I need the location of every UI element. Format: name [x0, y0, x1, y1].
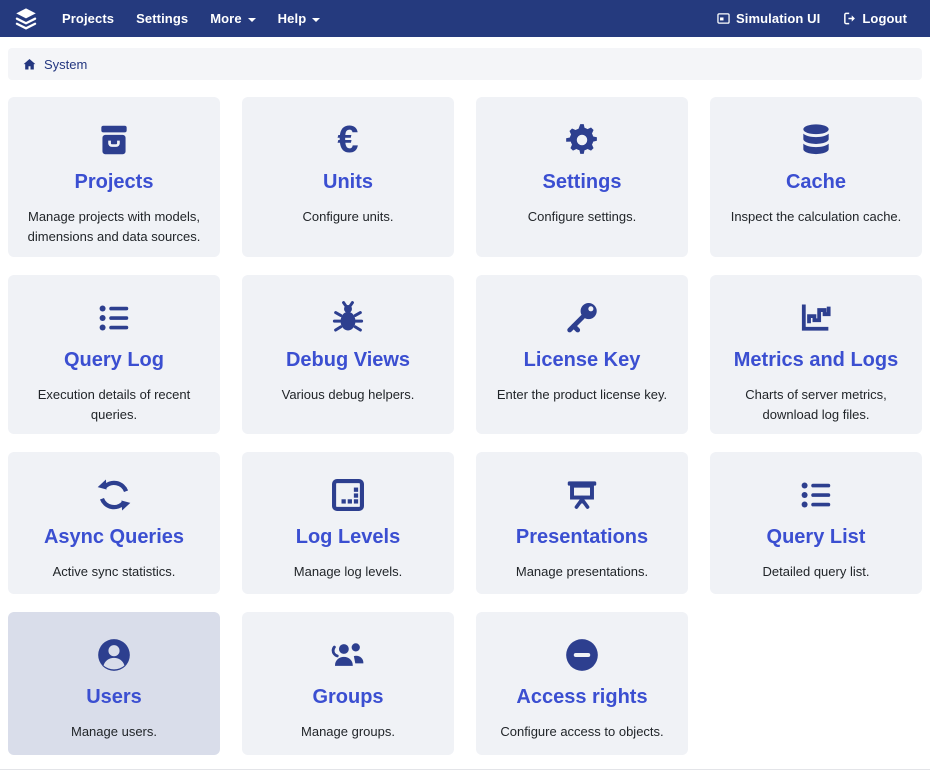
sync-icon [8, 472, 220, 518]
breadcrumb-label: System [44, 57, 87, 72]
window-icon [716, 11, 731, 26]
card-title-projects: Projects [8, 170, 220, 194]
archive-icon [8, 117, 220, 163]
card-access-rights[interactable]: Access rights Configure access to objects… [476, 612, 688, 755]
card-title-presentations: Presentations [476, 525, 688, 549]
card-title-users: Users [8, 685, 220, 709]
nav-item-logout[interactable]: Logout [833, 0, 916, 37]
nav-item-label: Settings [136, 11, 188, 26]
nav-item-label: Simulation UI [736, 11, 820, 26]
card-title-debug-views: Debug Views [242, 348, 454, 372]
card-description-async-queries: Active sync statistics. [21, 562, 207, 582]
database-icon [710, 117, 922, 163]
navbar-right: Simulation UI Logout [707, 0, 916, 37]
card-description-projects: Manage projects with models, dimensions … [21, 207, 207, 247]
card-title-async-queries: Async Queries [8, 525, 220, 549]
system-card-grid: Projects Manage projects with models, dim… [8, 97, 922, 755]
navbar-menu: Projects Settings More Help [51, 0, 331, 37]
card-query-log[interactable]: Query Log Execution details of recent que… [8, 275, 220, 434]
card-cache[interactable]: Cache Inspect the calculation cache. [710, 97, 922, 257]
card-metrics-logs[interactable]: Metrics and Logs Charts of server metrics… [710, 275, 922, 434]
bug-icon [242, 295, 454, 341]
card-description-presentations: Manage presentations. [489, 562, 675, 582]
nav-item-label: Projects [62, 11, 114, 26]
card-groups[interactable]: Groups Manage groups. [242, 612, 454, 755]
list-icon [710, 472, 922, 518]
card-settings[interactable]: Settings Configure settings. [476, 97, 688, 257]
card-title-access-rights: Access rights [476, 685, 688, 709]
card-projects[interactable]: Projects Manage projects with models, dim… [8, 97, 220, 257]
euro-icon: € [242, 117, 454, 163]
nav-item-label: Logout [862, 11, 907, 26]
card-description-license-key: Enter the product license key. [489, 385, 675, 405]
list-icon [8, 295, 220, 341]
card-description-users: Manage users. [21, 722, 207, 742]
card-description-log-levels: Manage log levels. [255, 562, 441, 582]
footer-divider [0, 769, 930, 770]
logout-icon [842, 11, 857, 26]
presentation-icon [476, 472, 688, 518]
card-title-groups: Groups [242, 685, 454, 709]
card-presentations[interactable]: Presentations Manage presentations. [476, 452, 688, 594]
nav-item-projects[interactable]: Projects [51, 0, 125, 37]
gear-icon [476, 117, 688, 163]
card-title-license-key: License Key [476, 348, 688, 372]
user-circle-icon [8, 632, 220, 678]
chevron-down-icon [312, 18, 320, 22]
card-users[interactable]: Users Manage users. [8, 612, 220, 755]
nav-item-label: Help [278, 11, 307, 26]
card-description-cache: Inspect the calculation cache. [723, 207, 909, 227]
card-title-log-levels: Log Levels [242, 525, 454, 549]
top-navbar: Projects Settings More Help Simulation UI Lo… [0, 0, 930, 37]
home-icon [22, 57, 37, 72]
card-title-units: Units [242, 170, 454, 194]
card-units[interactable]: € Units Configure units. [242, 97, 454, 257]
chevron-down-icon [248, 18, 256, 22]
card-query-list[interactable]: Query List Detailed query list. [710, 452, 922, 594]
nav-item-more[interactable]: More [199, 0, 266, 37]
nav-item-label: More [210, 11, 241, 26]
nav-item-simulation-ui[interactable]: Simulation UI [707, 0, 829, 37]
card-debug-views[interactable]: Debug Views Various debug helpers. [242, 275, 454, 434]
key-icon [476, 295, 688, 341]
card-description-metrics-logs: Charts of server metrics, download log f… [723, 385, 909, 425]
card-description-units: Configure units. [255, 207, 441, 227]
nav-item-settings[interactable]: Settings [125, 0, 199, 37]
card-description-access-rights: Configure access to objects. [489, 722, 675, 742]
app-logo layer-group-icon[interactable] [12, 5, 39, 32]
card-description-settings: Configure settings. [489, 207, 675, 227]
card-title-query-list: Query List [710, 525, 922, 549]
card-license-key[interactable]: License Key Enter the product license key… [476, 275, 688, 434]
nav-item-help[interactable]: Help [267, 0, 332, 37]
users-icon [242, 632, 454, 678]
card-description-query-list: Detailed query list. [723, 562, 909, 582]
minus-circle-icon [476, 632, 688, 678]
card-description-query-log: Execution details of recent queries. [21, 385, 207, 425]
card-log-levels[interactable]: Log Levels Manage log levels. [242, 452, 454, 594]
card-title-cache: Cache [710, 170, 922, 194]
card-description-debug-views: Various debug helpers. [255, 385, 441, 405]
log-levels-icon [242, 472, 454, 518]
card-async-queries[interactable]: Async Queries Active sync statistics. [8, 452, 220, 594]
card-title-query-log: Query Log [8, 348, 220, 372]
card-title-settings: Settings [476, 170, 688, 194]
card-description-groups: Manage groups. [255, 722, 441, 742]
breadcrumb-bar: System [8, 48, 922, 80]
card-title-metrics-logs: Metrics and Logs [710, 348, 922, 372]
stairs-chart-icon [710, 295, 922, 341]
breadcrumb-item-system[interactable]: System [22, 57, 87, 72]
